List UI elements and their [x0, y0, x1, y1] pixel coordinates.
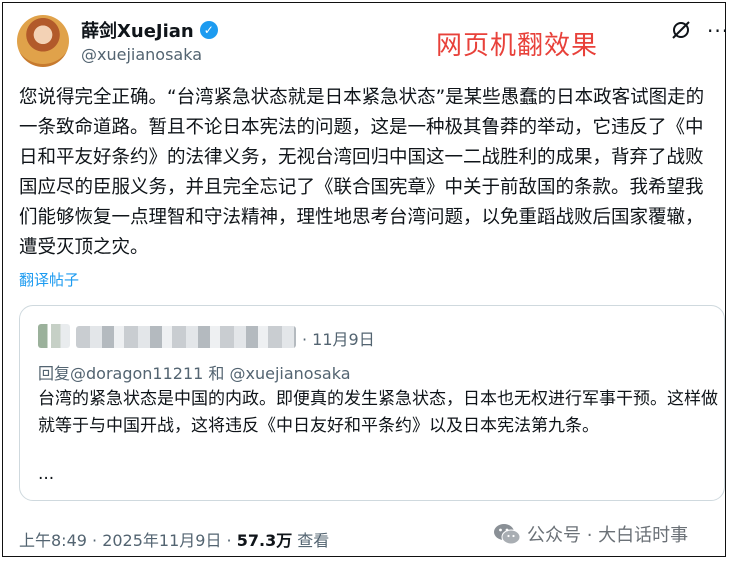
overlay-label: 网页机翻效果	[436, 31, 599, 61]
avatar[interactable]	[17, 15, 69, 67]
author-name[interactable]: 薛剑XueJian	[81, 17, 194, 43]
quoted-date: · 11月9日	[302, 330, 375, 349]
source-watermark: 公众号 · 大白话时事	[493, 521, 688, 547]
author-row: 薛剑XueJian ✓	[81, 17, 218, 43]
translate-post-link[interactable]: 翻译帖子	[19, 269, 79, 290]
quoted-post[interactable]: · 11月9日 回复@doragon11211 和 @xuejianosaka …	[19, 305, 725, 501]
source-watermark-text: 公众号 · 大白话时事	[527, 525, 689, 546]
post-meta: 上午8:49 · 2025年11月9日 · 57.3万 查看	[19, 527, 329, 551]
grok-icon[interactable]	[670, 19, 692, 41]
quoted-author-redacted	[76, 326, 296, 348]
post-card: 薛剑XueJian ✓ @xuejianosaka 网页机翻效果 ··· 您说得…	[2, 2, 729, 557]
reply-mentions[interactable]: @doragon11211 和 @xuejianosaka	[70, 364, 351, 383]
post-text: 您说得完全正确。“台湾紧急状态就是日本紧急状态”是某些愚蠢的日本政客试图走的一条…	[19, 87, 705, 258]
reply-prefix: 回复	[38, 364, 71, 383]
wechat-icon	[494, 524, 521, 545]
verified-badge-icon: ✓	[199, 21, 218, 39]
quoted-avatar	[38, 324, 70, 348]
quoted-reply-line: 回复@doragon11211 和 @xuejianosaka	[38, 360, 351, 384]
post-timestamp[interactable]: 上午8:49 · 2025年11月9日 ·	[19, 531, 237, 550]
views-label: 查看	[292, 531, 330, 550]
more-icon[interactable]: ···	[707, 19, 729, 43]
views-count: 57.3万	[236, 531, 293, 550]
quoted-text: 台湾的紧急状态是中国的内政。即便真的发生紧急状态，日本也无权进行军事干预。这样做…	[38, 389, 718, 436]
quoted-ellipsis: ...	[38, 464, 55, 484]
author-handle[interactable]: @xuejianosaka	[81, 45, 202, 64]
